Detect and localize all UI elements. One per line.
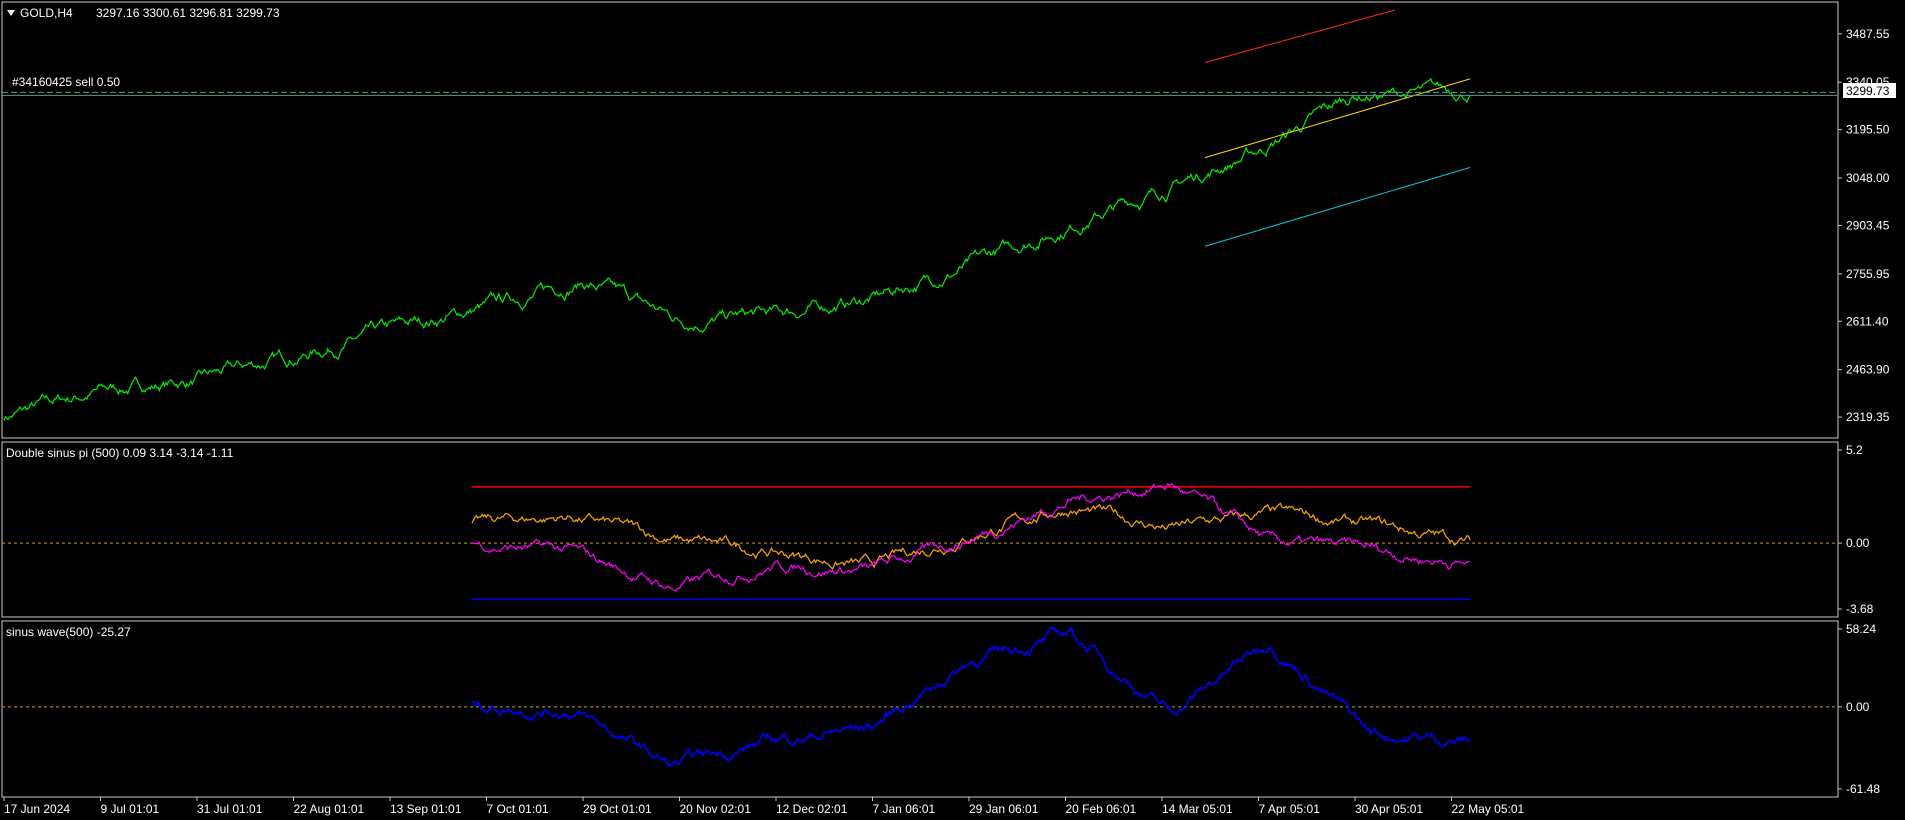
price-pane-frame	[1, 1, 1839, 439]
time-tick-label: 22 Aug 01:01	[294, 802, 365, 816]
time-tick-label: 7 Oct 01:01	[487, 802, 549, 816]
indicator1-tick-label: -3.68	[1846, 602, 1874, 616]
time-tick-label: 7 Jan 06:01	[873, 802, 936, 816]
time-axis: 17 Jun 2024 9 Jul 01:01 31 Jul 01:01 22 Aug…	[3, 797, 1525, 816]
order-label[interactable]: #34160425 sell 0.50	[12, 75, 120, 89]
price-tick-label: 3487.55	[1846, 27, 1890, 41]
time-tick-label: 9 Jul 01:01	[101, 802, 160, 816]
time-tick-label: 20 Feb 06:01	[1066, 802, 1137, 816]
time-tick-label: 29 Jan 06:01	[969, 802, 1039, 816]
time-tick-label: 13 Sep 01:01	[390, 802, 462, 816]
indicator2-label: sinus wave(500) -25.27	[6, 625, 131, 639]
indicator1-tick-label: 5.2	[1846, 443, 1863, 457]
price-tick-label: 2463.90	[1846, 363, 1890, 377]
chart-canvas: 3487.553340.053195.503048.002903.452755.…	[1, 1, 1896, 816]
indicator2-tick-label: 0.00	[1846, 700, 1870, 714]
time-tick-label: 30 Apr 05:01	[1355, 802, 1423, 816]
time-tick-label: 20 Nov 02:01	[680, 802, 752, 816]
price-tick-label: 2319.35	[1846, 410, 1890, 424]
indicator1-pane[interactable]: 5.2 0.00 -3.68 Double sinus pi (500) 0.09 …	[1, 441, 1874, 618]
time-tick-label: 29 Oct 01:01	[583, 802, 652, 816]
price-tick-label: 3048.00	[1846, 171, 1890, 185]
time-tick-label: 31 Jul 01:01	[197, 802, 263, 816]
price-tick-label: 2903.45	[1846, 218, 1890, 232]
time-tick-label: 22 May 05:01	[1452, 802, 1525, 816]
price-tick-label: 2611.40	[1846, 314, 1889, 328]
current-price-label: 3299.73	[1846, 84, 1890, 98]
ohlc-label: 3297.16 3300.61 3296.81 3299.73	[96, 6, 280, 20]
indicator2-frame	[1, 620, 1839, 798]
indicator1-frame	[1, 441, 1839, 618]
indicator1-axis: 5.2 0.00 -3.68	[1838, 443, 1874, 616]
indicator1-tick-label: 0.00	[1846, 536, 1870, 550]
symbol-label: GOLD,H4	[20, 6, 73, 20]
price-tick-label: 3195.50	[1846, 123, 1890, 137]
time-tick-label: 17 Jun 2024	[4, 802, 70, 816]
indicator2-pane[interactable]: 58.24 0.00 -61.48 sinus wave(500) -25.27	[1, 620, 1880, 798]
time-tick-label: 7 Apr 05:01	[1259, 802, 1321, 816]
indicator2-axis: 58.24 0.00 -61.48	[1838, 622, 1880, 796]
price-pane[interactable]: 3487.553340.053195.503048.002903.452755.…	[1, 1, 1896, 439]
indicator1-label: Double sinus pi (500) 0.09 3.14 -3.14 -1…	[6, 446, 234, 460]
time-tick-label: 14 Mar 05:01	[1162, 802, 1233, 816]
indicator2-tick-label: -61.48	[1846, 782, 1880, 796]
time-tick-label: 12 Dec 02:01	[776, 802, 848, 816]
price-tick-label: 2755.95	[1846, 267, 1890, 281]
indicator2-tick-label: 58.24	[1846, 622, 1876, 636]
